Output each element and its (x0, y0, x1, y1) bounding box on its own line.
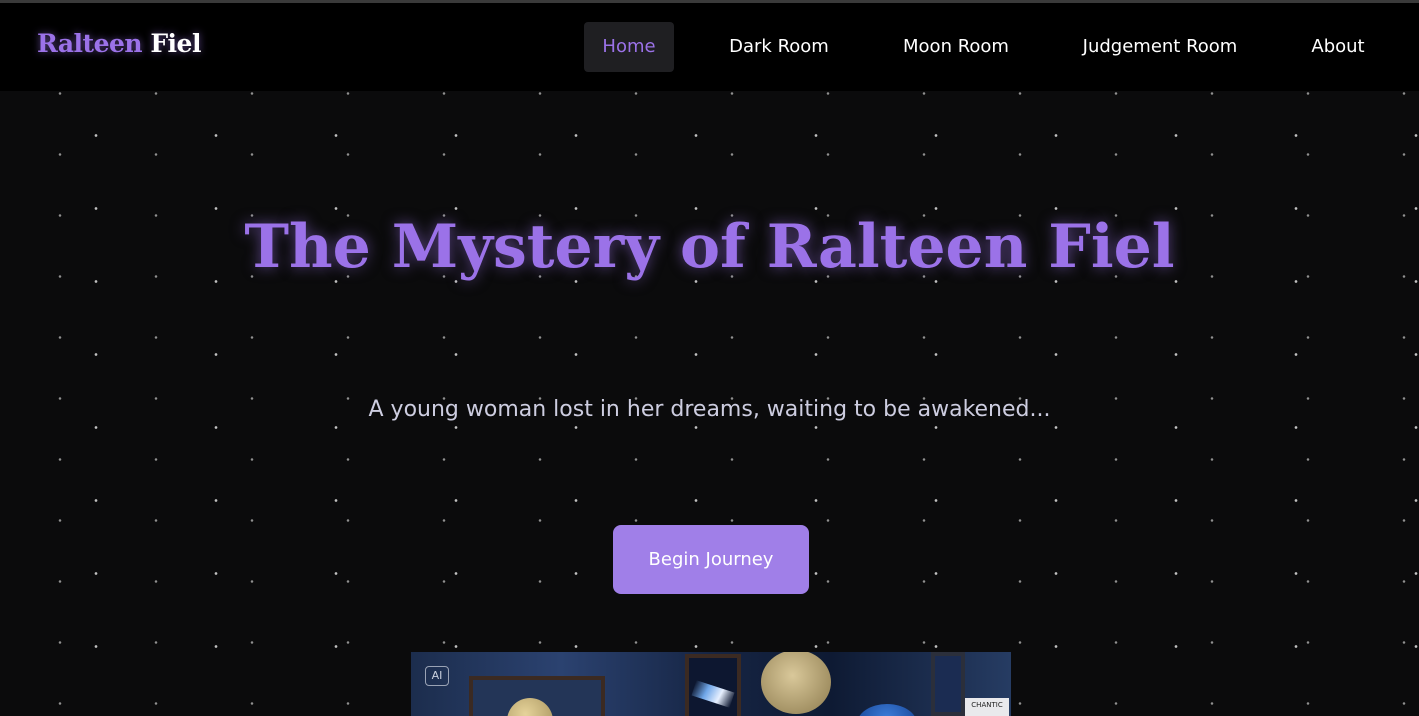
wall-painting-right (931, 652, 965, 716)
nav-about[interactable]: About (1296, 22, 1380, 72)
starfield-background (0, 0, 1419, 716)
brand-name-part1: Ralteen (37, 29, 143, 58)
hero-preview-image: AI CHANTIC (411, 652, 1011, 716)
nav-dark-room[interactable]: Dark Room (716, 22, 842, 72)
brand-name-part2: Fiel (150, 29, 201, 58)
wall-chart-label: CHANTIC (965, 698, 1009, 716)
nav-moon-room[interactable]: Moon Room (886, 22, 1026, 72)
brand-logo[interactable]: Ralteen Fiel (37, 29, 201, 58)
nav-judgement-room[interactable]: Judgement Room (1070, 22, 1250, 72)
begin-journey-button[interactable]: Begin Journey (613, 525, 809, 594)
hero-title: The Mystery of Ralteen Fiel (244, 212, 1175, 282)
planet-blue (857, 704, 917, 716)
nav-home[interactable]: Home (584, 22, 674, 72)
ai-badge: AI (425, 666, 449, 686)
planet-center (761, 652, 831, 714)
navbar: Ralteen Fiel Home Dark Room Moon Room Ju… (0, 3, 1419, 91)
hero-subtitle: A young woman lost in her dreams, waitin… (368, 397, 1051, 422)
